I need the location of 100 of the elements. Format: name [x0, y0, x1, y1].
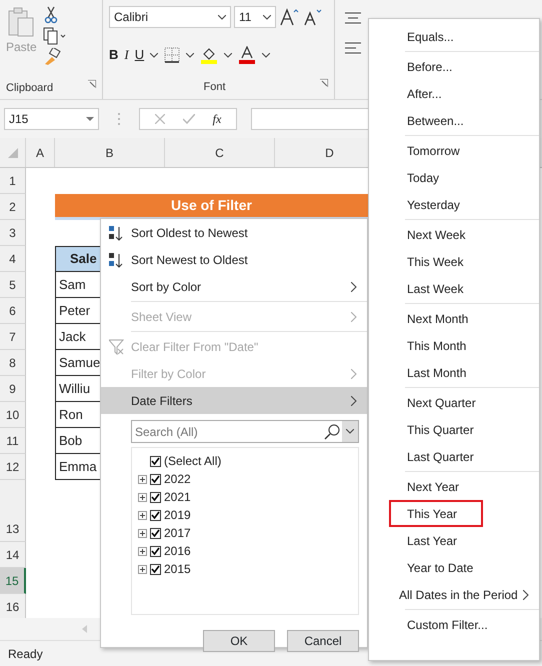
row-header[interactable]: 12 — [0, 454, 26, 480]
menu-item[interactable]: Today — [369, 164, 539, 191]
underline-button[interactable]: U — [134, 45, 144, 65]
menu-item[interactable]: Last Year — [369, 527, 539, 554]
checkbox[interactable] — [150, 474, 161, 484]
tree-item-label[interactable]: 2019 — [164, 506, 191, 524]
menu-item[interactable]: Between... — [369, 107, 539, 134]
row-header[interactable]: 8 — [0, 350, 26, 376]
align-top-icon[interactable] — [345, 12, 361, 24]
checkbox[interactable] — [150, 456, 161, 466]
menu-item[interactable]: Equals... — [369, 23, 539, 50]
row-header[interactable]: 4 — [0, 246, 26, 272]
cell-reference: J15 — [9, 111, 30, 128]
caret-icon[interactable] — [218, 14, 226, 20]
caret-icon[interactable] — [186, 52, 194, 58]
expand-icon[interactable] — [138, 492, 147, 502]
menu-item[interactable]: Last Week — [369, 275, 539, 302]
caret-icon[interactable] — [263, 14, 271, 20]
grow-font-icon[interactable] — [279, 7, 299, 27]
tree-item-label[interactable]: 2016 — [164, 542, 191, 560]
name-box[interactable]: J15 — [4, 108, 99, 130]
caret-icon[interactable] — [150, 52, 158, 58]
tree-item-label[interactable]: (Select All) — [164, 452, 222, 470]
sort-ascending-icon — [109, 224, 124, 240]
expand-icon[interactable] — [138, 564, 147, 574]
scissors-icon[interactable] — [42, 6, 59, 24]
align-left-icon[interactable] — [345, 42, 361, 54]
expand-icon[interactable] — [138, 474, 147, 484]
menu-item[interactable]: All Dates in the Period — [369, 581, 539, 608]
menu-item[interactable]: Next Year — [369, 473, 539, 500]
row-header[interactable]: 10 — [0, 402, 26, 428]
insert-function-button[interactable]: fx — [212, 110, 222, 128]
menu-item[interactable]: Date Filters — [101, 387, 367, 414]
menu-item[interactable]: This Week — [369, 248, 539, 275]
menu-item[interactable]: Year to Date — [369, 554, 539, 581]
group-label: Clipboard — [6, 81, 54, 96]
column-header[interactable]: C — [165, 138, 275, 167]
menu-item[interactable]: Last Month — [369, 359, 539, 386]
checkbox[interactable] — [150, 492, 161, 502]
menu-item[interactable]: Before... — [369, 53, 539, 80]
caret-icon[interactable] — [262, 52, 270, 58]
font-name-field[interactable]: Calibri — [109, 6, 231, 28]
tree-item-label[interactable]: 2021 — [164, 488, 191, 506]
menu-item[interactable]: Yesterday — [369, 191, 539, 218]
checkbox[interactable] — [150, 546, 161, 556]
italic-button[interactable]: I — [124, 45, 129, 65]
copy-icon[interactable] — [42, 27, 67, 45]
menu-item[interactable]: This Month — [369, 332, 539, 359]
menu-item[interactable]: After... — [369, 80, 539, 107]
menu-item[interactable]: Next Quarter — [369, 389, 539, 416]
caret-icon[interactable] — [224, 52, 232, 58]
row-header[interactable]: 11 — [0, 428, 26, 454]
checkbox[interactable] — [150, 528, 161, 538]
menu-item[interactable]: Last Quarter — [369, 443, 539, 470]
dialog-button[interactable]: Cancel — [287, 630, 359, 652]
font-size-field[interactable]: 11 — [234, 6, 276, 28]
row-header[interactable]: 15 — [0, 568, 26, 594]
column-header[interactable]: B — [55, 138, 165, 167]
dialog-launcher-icon[interactable] — [320, 79, 328, 87]
row-header[interactable]: 7 — [0, 324, 26, 350]
row-header[interactable]: 6 — [0, 298, 26, 324]
chevron-right-icon — [351, 368, 357, 378]
menu-item[interactable]: Next Week — [369, 221, 539, 248]
row-header[interactable]: 5 — [0, 272, 26, 298]
menu-item[interactable]: Sort Oldest to Newest — [101, 219, 367, 246]
font-color-icon[interactable] — [238, 46, 256, 64]
row-header[interactable]: 1 — [0, 168, 26, 194]
tree-item-label[interactable]: 2022 — [164, 470, 191, 488]
menu-item[interactable]: This Quarter — [369, 416, 539, 443]
caret-icon[interactable] — [86, 116, 94, 122]
menu-item[interactable]: This Year — [389, 500, 483, 527]
tree-item-label[interactable]: 2017 — [164, 524, 191, 542]
row-header[interactable]: 14 — [0, 542, 26, 568]
expand-icon[interactable] — [138, 528, 147, 538]
tree-item-label[interactable]: 2015 — [164, 560, 191, 578]
checkbox[interactable] — [150, 510, 161, 520]
check-icon — [151, 493, 160, 501]
expand-icon[interactable] — [138, 546, 147, 556]
column-header[interactable]: A — [26, 138, 55, 167]
shrink-font-icon[interactable] — [302, 7, 322, 27]
dialog-launcher-icon[interactable] — [88, 80, 96, 88]
fill-color-icon[interactable] — [200, 46, 218, 64]
check-icon — [151, 565, 160, 573]
font-size-value: 11 — [239, 9, 252, 26]
row-header[interactable]: 2 — [0, 194, 26, 220]
sort-descending-icon — [109, 252, 124, 268]
menu-item[interactable]: Custom Filter... — [369, 611, 539, 638]
dialog-button[interactable]: OK — [203, 630, 275, 652]
bold-button[interactable]: B — [109, 45, 118, 65]
row-header[interactable]: 16 — [0, 594, 26, 620]
status-text: Ready — [8, 646, 43, 662]
borders-icon[interactable] — [164, 47, 180, 63]
row-header[interactable]: 13 — [0, 480, 26, 542]
expand-icon[interactable] — [138, 510, 147, 520]
row-header[interactable]: 3 — [0, 220, 26, 246]
checkbox[interactable] — [150, 564, 161, 574]
brush-icon[interactable] — [42, 48, 61, 66]
menu-item[interactable]: Next Month — [369, 305, 539, 332]
row-header[interactable]: 9 — [0, 376, 26, 402]
check-icon[interactable] — [182, 114, 195, 124]
